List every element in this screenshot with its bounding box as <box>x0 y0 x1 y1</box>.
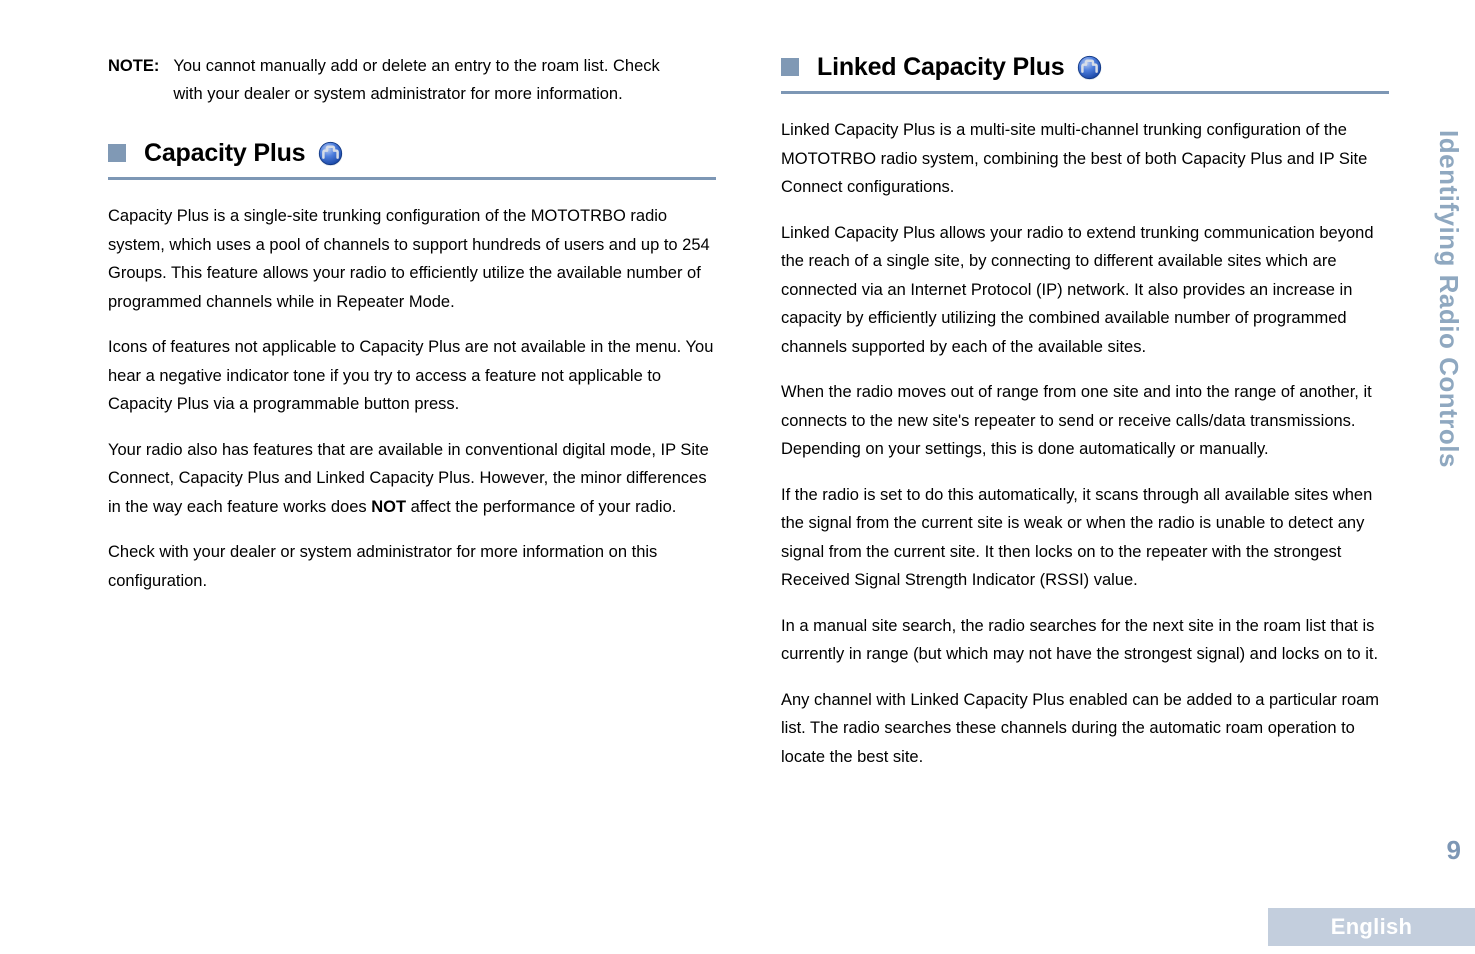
page-number: 9 <box>1446 835 1461 865</box>
chapter-side-tab: Identifying Radio Controls <box>1429 130 1469 600</box>
paragraph: Icons of features not applicable to Capa… <box>108 338 714 413</box>
capacity-plus-rule <box>108 177 716 180</box>
capacity-plus-title: Capacity Plus <box>144 139 306 167</box>
paragraph: In a manual site search, the radio searc… <box>781 616 1379 664</box>
paragraph-text-after: affect the performance of your radio. <box>406 497 677 516</box>
capacity-plus-heading: Capacity Plus <box>108 138 716 168</box>
linked-capacity-plus-title: Linked Capacity Plus <box>817 53 1065 81</box>
paragraph: If the radio is set to do this automatic… <box>781 485 1373 590</box>
note-text: You cannot manually add or delete an ent… <box>173 57 660 103</box>
language-footer-label: English <box>1330 914 1413 939</box>
paragraph: Check with your dealer or system adminis… <box>108 543 658 590</box>
paragraph: Linked Capacity Plus allows your radio t… <box>781 223 1374 356</box>
capacity-plus-icon <box>317 140 344 167</box>
right-column: Linked Capacity Plus Linked Capacity Plu… <box>781 52 1389 771</box>
emphasis-not: NOT <box>371 497 407 516</box>
paragraph: Capacity Plus is a single-site trunking … <box>108 207 710 311</box>
section-marker-icon <box>781 58 799 76</box>
linked-capacity-plus-rule <box>781 91 1389 94</box>
section-marker-icon <box>108 144 126 162</box>
paragraph-with-emphasis: Your radio also has features that are av… <box>108 436 716 522</box>
note-block: NOTE: You cannot manually add or delete … <box>108 52 716 108</box>
linked-capacity-plus-icon <box>1076 54 1103 81</box>
language-footer-bar: English <box>1268 908 1475 946</box>
manual-page: NOTE: You cannot manually add or delete … <box>0 0 1475 954</box>
paragraph: Linked Capacity Plus is a multi-site mul… <box>781 121 1368 196</box>
chapter-side-tab-label: Identifying Radio Controls <box>1434 130 1464 468</box>
left-column: NOTE: You cannot manually add or delete … <box>108 52 716 595</box>
paragraph: Any channel with Linked Capacity Plus en… <box>781 690 1380 766</box>
note-label: NOTE: <box>108 57 160 75</box>
paragraph: When the radio moves out of range from o… <box>781 383 1372 458</box>
linked-capacity-plus-heading: Linked Capacity Plus <box>781 52 1389 82</box>
